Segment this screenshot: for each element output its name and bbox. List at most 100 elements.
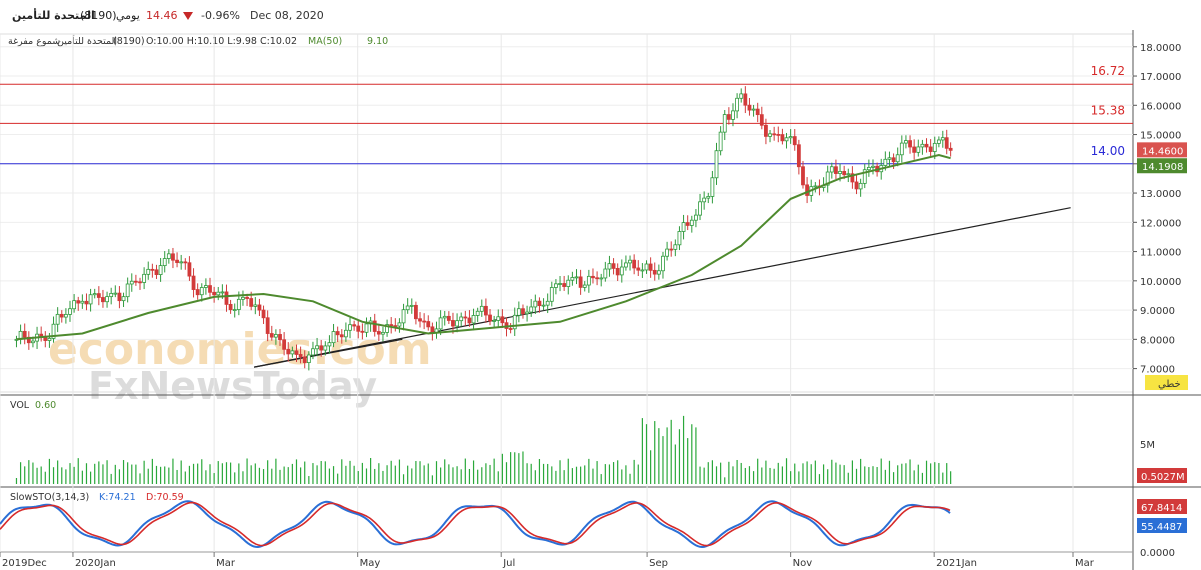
volume-bar (637, 464, 639, 484)
volume-bar (164, 466, 166, 484)
volume-bar (781, 466, 783, 484)
candle-body (72, 300, 77, 310)
candle-body (776, 133, 781, 136)
volume-bar (448, 464, 450, 484)
candle-body (628, 259, 632, 264)
volume-bar (773, 468, 775, 484)
candle-body (566, 279, 571, 287)
price-tick-label: 9.0000 (1140, 306, 1175, 317)
time-tick-label: Jul (502, 558, 515, 569)
volume-bar (510, 452, 512, 484)
volume-bar (40, 466, 42, 484)
candle-body (306, 354, 311, 363)
volume-bar (394, 465, 396, 484)
volume-bar (481, 467, 483, 484)
candle-body (331, 331, 336, 344)
candle-body (401, 309, 406, 324)
volume-bar (36, 467, 38, 484)
candle-body (940, 137, 945, 141)
candle-body (311, 348, 315, 356)
candle-body (521, 308, 525, 315)
candle-body (718, 131, 723, 152)
candle-body (619, 266, 624, 276)
candle-body (586, 275, 591, 286)
volume-bar (514, 452, 516, 484)
candle-body (323, 345, 328, 351)
candle-body (624, 262, 628, 268)
volume-bar (77, 458, 79, 484)
candle-body (792, 136, 797, 146)
volume-bar (48, 458, 51, 484)
volume-bar (711, 460, 713, 484)
candle-body (96, 293, 101, 298)
volume-bar (629, 473, 631, 484)
candle-body (887, 157, 892, 160)
chart-canvas[interactable]: 16.72 15.38 14.00 VOL 0.60 5M 0.5027M SlowSTO… (0, 0, 1201, 570)
candle-body (574, 276, 579, 279)
candle-body (636, 267, 641, 271)
candle-body (101, 297, 105, 303)
candle-body (694, 214, 698, 221)
volume-bar (94, 463, 96, 484)
candle-body (269, 333, 274, 338)
candle-body (319, 345, 324, 351)
volume-bar (785, 458, 788, 484)
candle-body (920, 143, 925, 148)
candle-body (805, 184, 810, 196)
candle-body (224, 291, 229, 305)
candle-body (430, 326, 435, 334)
volume-bar (201, 459, 203, 484)
volume-bar (765, 460, 767, 484)
price-panel (0, 33, 1134, 393)
volume-bar (423, 465, 425, 484)
candle-body (611, 263, 616, 269)
candle-body (195, 289, 200, 296)
volume-bar (225, 462, 228, 484)
volume-bar (913, 470, 915, 484)
volume-bar (736, 459, 738, 484)
volume-bar (621, 469, 623, 484)
candle-body (265, 317, 270, 334)
candle-body (80, 300, 85, 304)
candle-body (562, 283, 567, 287)
volume-bar (798, 471, 800, 484)
volume-bar (777, 462, 779, 484)
candle-body (389, 324, 394, 327)
candle-body (916, 146, 921, 153)
volume-axis-tick: 5M (1140, 440, 1155, 451)
candle-body (179, 261, 184, 264)
candle-body (908, 140, 912, 148)
candle-body (348, 324, 352, 331)
candle-body (726, 114, 731, 120)
candle-body (554, 283, 558, 288)
price-tick-label: 13.0000 (1140, 189, 1181, 200)
volume-bar (617, 460, 619, 484)
volume-bar (905, 463, 907, 484)
candle-body (936, 139, 941, 144)
volume-bar (73, 466, 75, 484)
volume-bar (818, 474, 821, 484)
volume-bar (542, 463, 545, 484)
candle-body (327, 342, 332, 347)
candle-body (829, 166, 834, 173)
volume-bar (415, 461, 417, 484)
candle-body (92, 293, 97, 296)
candle-body (426, 321, 431, 328)
candle-body (405, 305, 410, 311)
volume-bar (98, 461, 100, 484)
candle-body (302, 356, 307, 363)
candle-body (665, 248, 669, 257)
time-tick-label: Mar (1075, 558, 1095, 569)
volume-bar (411, 468, 413, 484)
candle-body (479, 305, 484, 312)
volume-bar (69, 463, 71, 484)
volume-bar (456, 466, 458, 484)
candle-body (253, 304, 258, 307)
candle-body (68, 308, 72, 315)
candle-body (788, 136, 793, 139)
volume-bar (271, 468, 273, 484)
candle-body (463, 316, 468, 319)
time-tick-label: May (360, 558, 381, 569)
volume-bar (938, 463, 940, 484)
candle-body (442, 315, 447, 319)
